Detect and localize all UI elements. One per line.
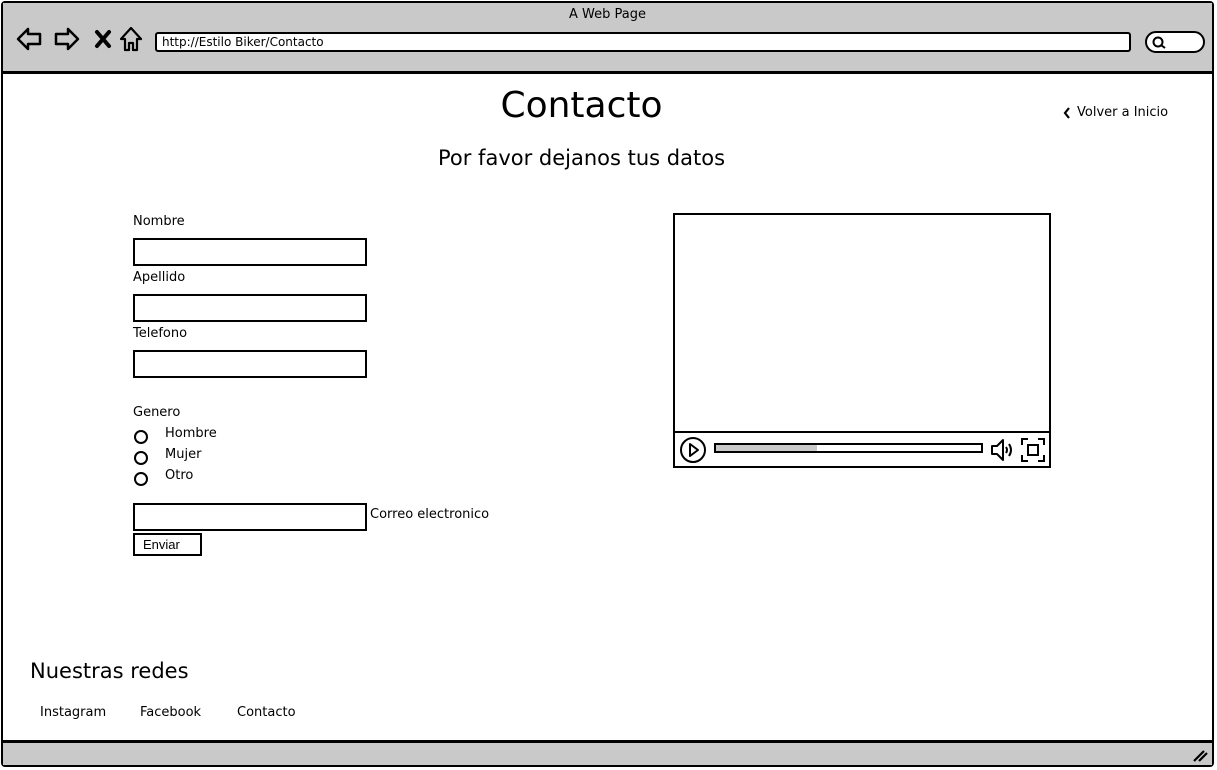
radio-otro-label: Otro: [165, 468, 194, 483]
browser-toolbar: A Web Page http://Estilo Biker/Contacto: [3, 3, 1212, 74]
search-box[interactable]: [1145, 31, 1205, 53]
page-title: Contacto: [500, 85, 663, 126]
video-controls: [675, 431, 1049, 466]
volume-icon[interactable]: [989, 437, 1017, 467]
correo-label: Correo electronico: [370, 507, 490, 522]
footer-link-facebook[interactable]: Facebook: [140, 705, 201, 720]
telefono-label: Telefono: [133, 326, 188, 341]
nombre-input[interactable]: [133, 238, 367, 266]
stop-icon[interactable]: [91, 25, 119, 53]
fullscreen-icon[interactable]: [1020, 437, 1046, 467]
video-progress-bar[interactable]: [714, 443, 983, 453]
radio-mujer[interactable]: [134, 451, 148, 465]
video-player[interactable]: [673, 213, 1051, 468]
footer-title: Nuestras redes: [30, 659, 189, 683]
page-subtitle: Por favor dejanos tus datos: [437, 146, 726, 170]
window-title: A Web Page: [569, 7, 646, 22]
apellido-input[interactable]: [133, 294, 367, 322]
back-arrow-icon[interactable]: [15, 25, 43, 53]
footer-link-instagram[interactable]: Instagram: [40, 705, 106, 720]
back-link-label: Volver a Inicio: [1077, 105, 1169, 120]
play-icon[interactable]: [679, 436, 707, 468]
resize-grip-icon[interactable]: [1192, 748, 1208, 762]
chevron-left-icon: [1063, 106, 1070, 119]
correo-input[interactable]: [133, 503, 367, 531]
home-icon[interactable]: [117, 25, 145, 53]
radio-mujer-label: Mujer: [165, 447, 202, 462]
forward-arrow-icon[interactable]: [53, 25, 81, 53]
video-progress-fill: [716, 445, 817, 451]
telefono-input[interactable]: [133, 350, 367, 378]
url-bar[interactable]: http://Estilo Biker/Contacto: [155, 32, 1131, 52]
status-bar: [3, 740, 1212, 765]
radio-hombre-label: Hombre: [165, 426, 217, 441]
footer-link-contacto[interactable]: Contacto: [237, 705, 296, 720]
back-to-home-link[interactable]: Volver a Inicio: [1063, 105, 1168, 120]
radio-otro[interactable]: [134, 472, 148, 486]
nombre-label: Nombre: [133, 214, 185, 229]
radio-hombre[interactable]: [134, 430, 148, 444]
browser-window: A Web Page http://Estilo Biker/Contacto …: [1, 1, 1214, 767]
apellido-label: Apellido: [133, 270, 186, 285]
search-icon: [1152, 36, 1166, 49]
enviar-button[interactable]: Enviar: [133, 533, 202, 556]
genero-label: Genero: [133, 405, 181, 420]
